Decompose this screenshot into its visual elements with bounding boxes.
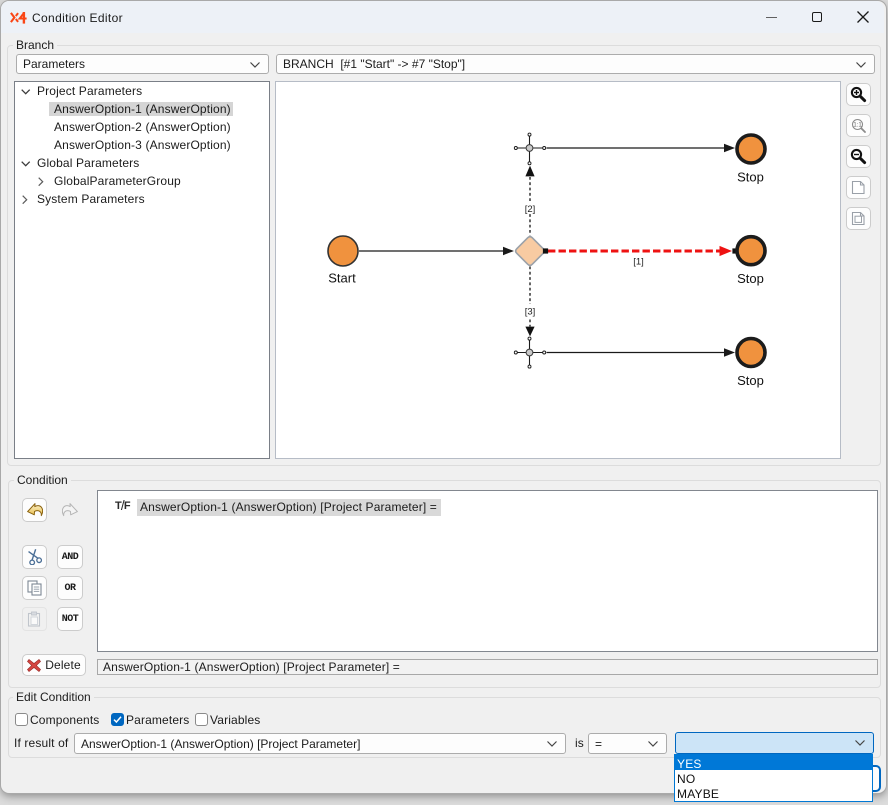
svg-text:[2]: [2] [525,204,536,215]
svg-text:Stop: Stop [737,271,764,286]
svg-text:Stop: Stop [737,170,764,185]
svg-text:[1]: [1] [633,257,644,268]
svg-text:[3]: [3] [525,307,536,318]
svg-text:Stop: Stop [737,373,764,388]
svg-text:Start: Start [328,271,356,286]
svg-text:1:1: 1:1 [853,122,862,128]
